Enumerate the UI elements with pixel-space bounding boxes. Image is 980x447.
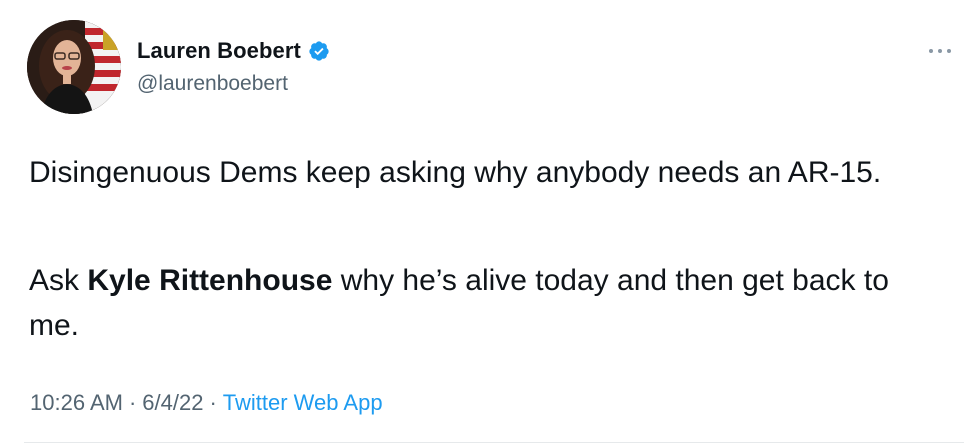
more-dot xyxy=(929,49,933,53)
tweet-source-link[interactable]: Twitter Web App xyxy=(223,390,383,415)
paragraph-2-prefix: Ask xyxy=(29,264,88,297)
author-name-row[interactable]: Lauren Boebert xyxy=(137,38,330,64)
more-dot xyxy=(938,49,942,53)
tweet-card: Lauren Boebert @laurenboebert Disingenuo… xyxy=(0,0,980,447)
divider xyxy=(24,442,964,443)
author-display-name[interactable]: Lauren Boebert xyxy=(137,38,301,64)
profile-photo-avatar xyxy=(27,20,121,114)
more-dot xyxy=(947,49,951,53)
meta-separator: · xyxy=(128,390,137,415)
author-handle[interactable]: @laurenboebert xyxy=(137,72,288,96)
author-avatar[interactable] xyxy=(27,20,121,114)
verified-badge-icon xyxy=(308,40,330,62)
meta-separator: · xyxy=(209,390,217,415)
bold-name: Kyle Rittenhouse xyxy=(87,264,333,297)
tweet-text-paragraph-2: Ask Kyle Rittenhouse why he’s alive toda… xyxy=(29,258,929,348)
more-options-icon[interactable] xyxy=(929,44,951,58)
tweet-date[interactable]: 6/4/22 xyxy=(142,390,203,415)
tweet-metadata: 10:26 AM · 6/4/22 · Twitter Web App xyxy=(30,390,383,416)
tweet-text-paragraph-1: Disingenuous Dems keep asking why anybod… xyxy=(29,156,882,189)
tweet-time[interactable]: 10:26 AM xyxy=(30,390,123,415)
